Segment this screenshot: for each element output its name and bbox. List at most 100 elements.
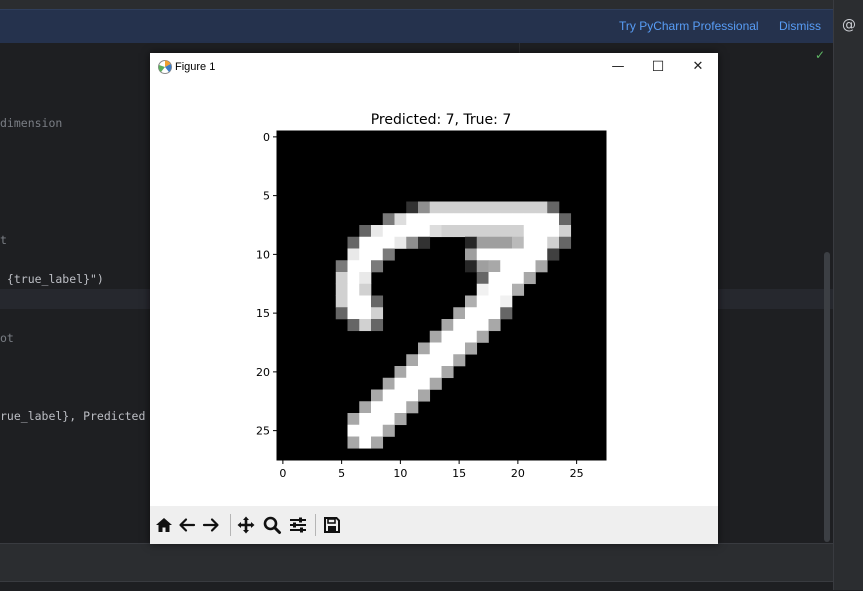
figure-window: Figure 1 — ☐ ✕ Predicted: 7, True: 7 0 5 1… bbox=[150, 53, 718, 544]
pixel bbox=[441, 330, 454, 343]
try-pycharm-professional-link[interactable]: Try PyCharm Professional bbox=[619, 19, 759, 33]
pixel bbox=[371, 260, 384, 273]
pixel bbox=[418, 225, 431, 238]
pixel bbox=[500, 295, 513, 308]
pixel bbox=[441, 225, 454, 238]
right-tool-strip: @ bbox=[833, 0, 863, 590]
pixel bbox=[359, 424, 372, 437]
pixel bbox=[488, 307, 501, 320]
figure-canvas[interactable]: Predicted: 7, True: 7 0 5 10 15 20 25 0 5 10 15 2… bbox=[150, 81, 718, 506]
pixel bbox=[500, 248, 513, 261]
pixel bbox=[465, 236, 478, 249]
pixel bbox=[476, 330, 489, 343]
pixel bbox=[429, 366, 442, 379]
editor-scrollbar[interactable] bbox=[824, 252, 830, 542]
pixel bbox=[418, 236, 431, 249]
x-tick-label: 15 bbox=[452, 467, 466, 480]
pixel bbox=[359, 272, 372, 285]
pixel bbox=[523, 213, 536, 226]
pixel bbox=[406, 213, 419, 226]
pixel bbox=[547, 213, 560, 226]
plot-title: Predicted: 7, True: 7 bbox=[371, 112, 512, 128]
matplotlib-app-icon bbox=[158, 60, 172, 74]
configure-subplots-icon[interactable] bbox=[288, 515, 308, 535]
forward-arrow-icon[interactable] bbox=[201, 515, 221, 535]
pixel bbox=[488, 319, 501, 332]
maximize-button[interactable]: ☐ bbox=[638, 53, 678, 81]
pixel bbox=[512, 225, 525, 238]
pixel bbox=[382, 401, 395, 414]
pixel bbox=[382, 424, 395, 437]
pixel bbox=[488, 225, 501, 238]
pixel bbox=[441, 342, 454, 355]
back-arrow-icon[interactable] bbox=[177, 515, 197, 535]
save-icon[interactable] bbox=[322, 515, 342, 535]
pixel bbox=[429, 330, 442, 343]
pixel bbox=[465, 260, 478, 273]
pixel bbox=[465, 319, 478, 332]
y-tick-label: 15 bbox=[256, 307, 270, 320]
pixel bbox=[359, 295, 372, 308]
x-axis: 0 5 10 15 20 25 bbox=[279, 460, 584, 480]
pixel bbox=[453, 319, 466, 332]
pixel bbox=[347, 413, 360, 426]
code-line: ot bbox=[0, 331, 14, 345]
pixel bbox=[559, 236, 572, 249]
dismiss-link[interactable]: Dismiss bbox=[779, 19, 821, 33]
pixel bbox=[535, 201, 548, 214]
pixel bbox=[394, 213, 407, 226]
close-button[interactable]: ✕ bbox=[678, 53, 718, 81]
pixel bbox=[429, 377, 442, 390]
pixel bbox=[347, 272, 360, 285]
pixel bbox=[559, 225, 572, 238]
x-tick-label: 25 bbox=[570, 467, 584, 480]
zoom-icon[interactable] bbox=[262, 515, 282, 535]
pixel bbox=[359, 225, 372, 238]
pixel bbox=[371, 389, 384, 402]
pixel bbox=[476, 283, 489, 296]
pixel bbox=[382, 225, 395, 238]
home-icon[interactable] bbox=[154, 515, 174, 535]
pixel bbox=[465, 342, 478, 355]
pixel bbox=[465, 307, 478, 320]
x-tick-label: 0 bbox=[279, 467, 286, 480]
pixel bbox=[488, 272, 501, 285]
pixel bbox=[523, 272, 536, 285]
pixel bbox=[476, 225, 489, 238]
pixel bbox=[453, 225, 466, 238]
code-line: rue_label}, Predicted bbox=[0, 409, 146, 423]
y-axis: 0 5 10 15 20 25 bbox=[256, 131, 277, 438]
pixel bbox=[512, 236, 525, 249]
ai-assistant-icon[interactable]: @ bbox=[842, 18, 856, 32]
pixel bbox=[371, 319, 384, 332]
pixel bbox=[535, 260, 548, 273]
pixel bbox=[476, 272, 489, 285]
pixel bbox=[394, 401, 407, 414]
pixel bbox=[476, 295, 489, 308]
pixel bbox=[500, 272, 513, 285]
pixel bbox=[523, 225, 536, 238]
pixel bbox=[441, 201, 454, 214]
pixel bbox=[394, 236, 407, 249]
pixel bbox=[335, 295, 348, 308]
figure-titlebar[interactable]: Figure 1 — ☐ ✕ bbox=[150, 53, 718, 81]
pixel bbox=[453, 201, 466, 214]
minimize-button[interactable]: — bbox=[598, 53, 638, 81]
notification-banner: Try PyCharm Professional Dismiss bbox=[0, 9, 833, 43]
pixel bbox=[359, 236, 372, 249]
pixel bbox=[371, 307, 384, 320]
pan-icon[interactable] bbox=[236, 515, 256, 535]
image-background bbox=[277, 131, 606, 460]
pixel bbox=[371, 236, 384, 249]
pixel bbox=[488, 236, 501, 249]
pixel bbox=[465, 295, 478, 308]
pixel bbox=[465, 248, 478, 261]
pixel bbox=[488, 248, 501, 261]
pixel bbox=[488, 295, 501, 308]
pixel bbox=[371, 248, 384, 261]
pixel bbox=[347, 260, 360, 273]
pixel bbox=[406, 401, 419, 414]
pixel bbox=[441, 366, 454, 379]
code-line: {true_label}") bbox=[0, 272, 104, 286]
pixel bbox=[418, 354, 431, 367]
